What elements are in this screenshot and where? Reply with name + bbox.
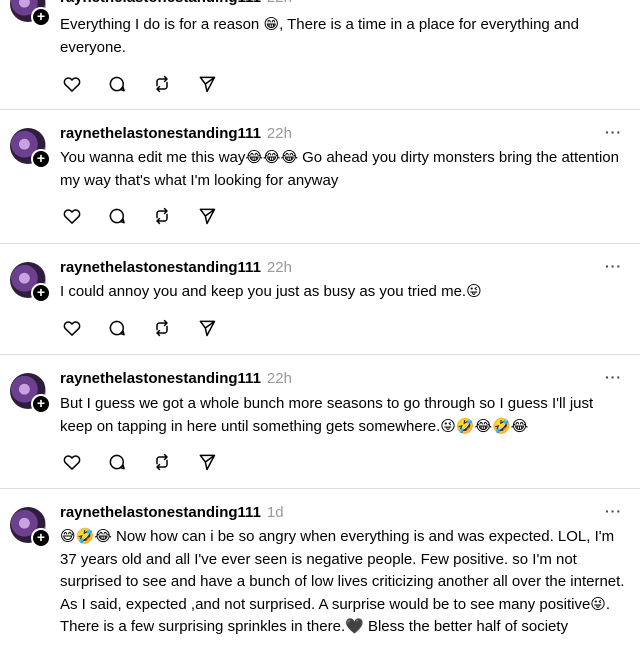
more-options-icon[interactable]: ··· bbox=[605, 124, 622, 140]
post-time[interactable]: 22h bbox=[267, 370, 292, 387]
repost-icon[interactable] bbox=[152, 452, 172, 472]
send-icon[interactable] bbox=[197, 452, 217, 472]
avatar[interactable]: + bbox=[10, 128, 51, 169]
more-options-icon[interactable]: ··· bbox=[605, 258, 622, 274]
avatar[interactable]: + bbox=[10, 0, 51, 27]
post-text: But I guess we got a whole bunch more se… bbox=[60, 395, 594, 435]
post-text: You wanna edit me this way😂😂😂 Go ahead y… bbox=[60, 149, 619, 189]
post-text: Everything I do is for a reason 😁, There… bbox=[60, 16, 579, 56]
more-options-icon[interactable]: ··· bbox=[605, 369, 622, 385]
post-header: raynethelastonestanding111 22h bbox=[60, 369, 292, 389]
username[interactable]: raynethelastonestanding111 bbox=[60, 504, 261, 521]
post-header: raynethelastonestanding111 22h bbox=[60, 0, 292, 8]
more-options-icon[interactable]: ··· bbox=[605, 0, 622, 4]
follow-plus-icon[interactable]: + bbox=[31, 7, 51, 27]
heart-icon[interactable] bbox=[62, 74, 82, 94]
post-text: 😅🤣😂 Now how can i be so angry when every… bbox=[60, 528, 625, 635]
follow-plus-icon[interactable]: + bbox=[31, 283, 51, 303]
follow-plus-icon[interactable]: + bbox=[31, 528, 51, 548]
username[interactable]: raynethelastonestanding111 bbox=[60, 259, 261, 276]
post-time[interactable]: 1d bbox=[267, 504, 284, 521]
post-time[interactable]: 22h bbox=[267, 125, 292, 142]
post-1[interactable]: + raynethelastonestanding111 22h ··· Ever… bbox=[0, 0, 640, 110]
avatar[interactable]: + bbox=[10, 262, 51, 303]
comment-bubble-icon[interactable] bbox=[107, 318, 127, 338]
post-2[interactable]: + raynethelastonestanding111 22h ··· You … bbox=[0, 110, 640, 243]
repost-icon[interactable] bbox=[152, 74, 172, 94]
comment-bubble-icon[interactable] bbox=[107, 206, 127, 226]
repost-icon[interactable] bbox=[152, 318, 172, 338]
heart-icon[interactable] bbox=[62, 452, 82, 472]
follow-plus-icon[interactable]: + bbox=[31, 394, 51, 414]
send-icon[interactable] bbox=[197, 318, 217, 338]
post-5[interactable]: + raynethelastonestanding111 1d ··· 😅🤣😂 N… bbox=[0, 489, 640, 649]
post-text: I could annoy you and keep you just as b… bbox=[60, 283, 482, 300]
post-header: raynethelastonestanding111 22h bbox=[60, 124, 292, 144]
comment-bubble-icon[interactable] bbox=[107, 74, 127, 94]
post-3[interactable]: + raynethelastonestanding111 22h ··· I co… bbox=[0, 244, 640, 354]
more-options-icon[interactable]: ··· bbox=[605, 503, 622, 519]
username[interactable]: raynethelastonestanding111 bbox=[60, 0, 261, 6]
heart-icon[interactable] bbox=[62, 206, 82, 226]
avatar[interactable]: + bbox=[10, 507, 51, 548]
avatar[interactable]: + bbox=[10, 373, 51, 414]
post-header: raynethelastonestanding111 22h bbox=[60, 258, 292, 278]
send-icon[interactable] bbox=[197, 206, 217, 226]
post-header: raynethelastonestanding111 1d bbox=[60, 503, 284, 523]
post-4[interactable]: + raynethelastonestanding111 22h ··· But … bbox=[0, 355, 640, 488]
username[interactable]: raynethelastonestanding111 bbox=[60, 370, 261, 387]
follow-plus-icon[interactable]: + bbox=[31, 149, 51, 169]
send-icon[interactable] bbox=[197, 74, 217, 94]
heart-icon[interactable] bbox=[62, 318, 82, 338]
username[interactable]: raynethelastonestanding111 bbox=[60, 125, 261, 142]
comment-bubble-icon[interactable] bbox=[107, 452, 127, 472]
repost-icon[interactable] bbox=[152, 206, 172, 226]
post-time[interactable]: 22h bbox=[267, 0, 292, 6]
post-time[interactable]: 22h bbox=[267, 259, 292, 276]
